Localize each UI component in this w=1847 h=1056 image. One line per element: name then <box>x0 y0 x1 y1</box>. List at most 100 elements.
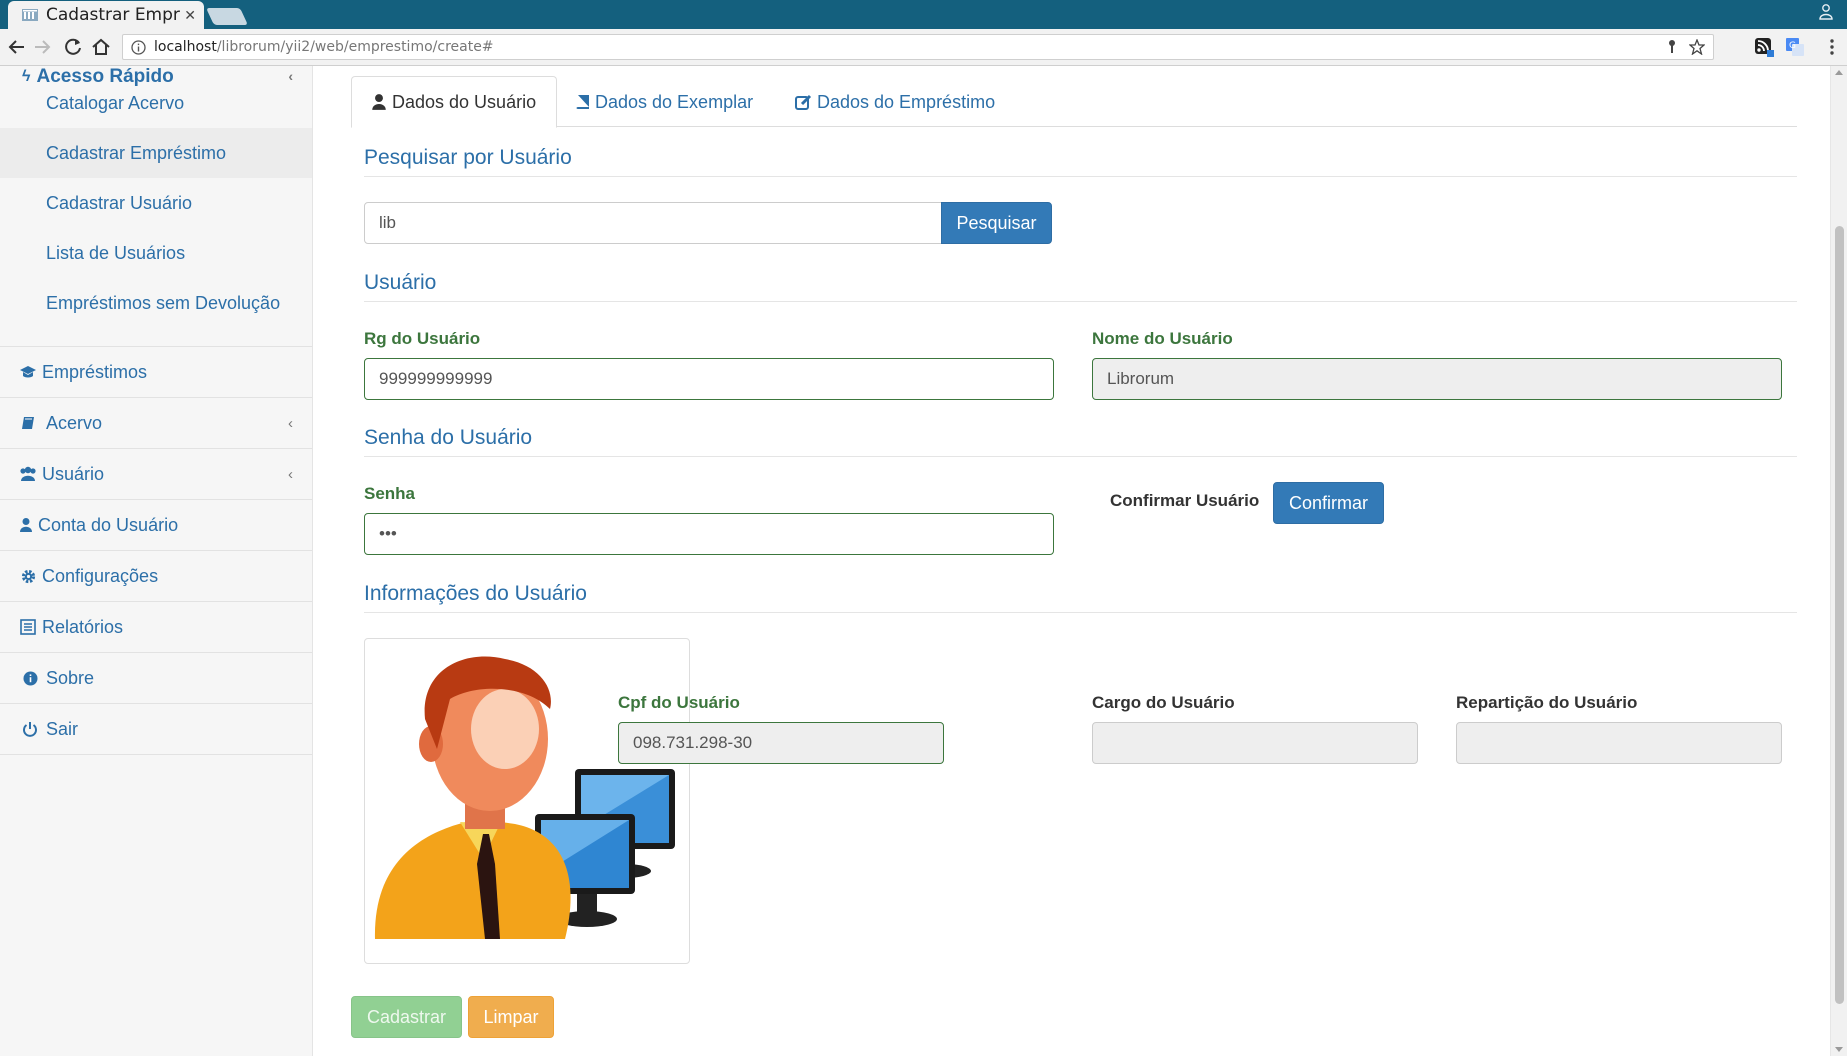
info-icon <box>18 669 42 687</box>
tab-label: Dados do Usuário <box>392 91 537 112</box>
sidebar-item-label: Empréstimos sem Devolução <box>46 292 281 313</box>
sidebar-item-label: Sobre <box>46 667 95 688</box>
cargo-label: Cargo do Usuário <box>1092 693 1235 712</box>
sidebar-item-label: Configurações <box>42 565 159 586</box>
tab-dados-exemplar[interactable]: Dados do Exemplar <box>557 76 771 128</box>
sidebar: ϟ Acesso Rápido ‹ Catalogar Acervo Cadas… <box>0 66 313 1056</box>
sidebar-item-cadastrar-emprestimo[interactable]: Cadastrar Empréstimo <box>0 128 312 178</box>
reload-icon[interactable] <box>62 36 84 58</box>
user-icon <box>18 516 34 534</box>
forward-icon[interactable] <box>31 36 53 58</box>
page-scrollbar[interactable] <box>1830 66 1847 1056</box>
rg-input[interactable]: 999999999999 <box>364 358 1054 400</box>
rg-input-value: 999999999999 <box>379 369 493 388</box>
nome-field: Librorum <box>1092 358 1782 400</box>
browser-tab-title: Cadastrar Empréstimo <box>46 5 180 25</box>
rg-label: Rg do Usuário <box>364 329 481 348</box>
chevron-left-icon: ‹ <box>288 414 293 432</box>
sidebar-item-configuracoes[interactable]: Configurações <box>0 550 312 601</box>
search-input[interactable]: lib <box>364 202 942 244</box>
section-divider <box>364 301 1797 302</box>
section-divider <box>364 176 1797 177</box>
new-tab-button[interactable] <box>206 8 248 25</box>
sidebar-item-label: Cadastrar Empréstimo <box>46 142 227 163</box>
gear-icon <box>18 567 38 585</box>
tab-dados-emprestimo[interactable]: Dados do Empréstimo <box>777 76 1013 128</box>
sidebar-item-emprestimos[interactable]: Empréstimos <box>0 346 312 397</box>
confirm-button[interactable]: Confirmar <box>1273 482 1384 524</box>
cpf-label: Cpf do Usuário <box>618 693 740 712</box>
user-avatar-illustration <box>374 656 675 939</box>
translate-extension-icon[interactable]: G <box>1785 37 1805 57</box>
sidebar-item-label: Conta do Usuário <box>38 514 179 535</box>
nome-field-value: Librorum <box>1107 369 1175 388</box>
sidebar-item-usuario[interactable]: Usuário ‹ <box>0 448 312 499</box>
sidebar-divider <box>0 754 312 755</box>
sidebar-item-sair[interactable]: Sair <box>0 703 312 754</box>
chevron-left-icon: ‹ <box>288 465 293 483</box>
reparticao-label: Repartição do Usuário <box>1456 693 1638 712</box>
menu-kebab-icon[interactable] <box>1822 37 1842 57</box>
sidebar-item-sobre[interactable]: Sobre <box>0 652 312 703</box>
section-title-usuario: Usuário <box>364 271 437 294</box>
tab-close-icon[interactable]: ✕ <box>184 7 196 24</box>
reparticao-field <box>1456 722 1782 764</box>
site-info-icon[interactable] <box>131 39 146 55</box>
cpf-field-value: 098.731.298-30 <box>633 733 753 752</box>
user-icon <box>370 93 388 111</box>
browser-toolbar: localhost/librorum/yii2/web/emprestimo/c… <box>0 29 1847 66</box>
url-host: localhost <box>154 39 217 55</box>
scrollbar-thumb[interactable] <box>1835 226 1844 1004</box>
scroll-down-icon[interactable] <box>1835 1047 1843 1052</box>
rss-extension-icon[interactable] <box>1754 37 1774 57</box>
submit-button[interactable]: Cadastrar <box>351 996 462 1038</box>
section-divider <box>364 612 1797 613</box>
cargo-field <box>1092 722 1418 764</box>
library-favicon-icon <box>22 9 38 21</box>
scroll-up-icon[interactable] <box>1835 70 1843 75</box>
sidebar-item-label: Relatórios <box>42 616 124 637</box>
section-title-senha: Senha do Usuário <box>364 426 533 449</box>
main-content: Dados do Usuário Dados do Exemplar Dados… <box>314 66 1830 1056</box>
bookmark-star-icon[interactable] <box>1689 39 1705 55</box>
url-path: /librorum/yii2/web/emprestimo/create# <box>216 39 494 55</box>
users-icon <box>18 465 38 483</box>
nome-label: Nome do Usuário <box>1092 329 1233 348</box>
sidebar-item-relatorios[interactable]: Relatórios <box>0 601 312 652</box>
url-text: localhost/librorum/yii2/web/emprestimo/c… <box>154 39 494 55</box>
sidebar-item-label: Lista de Usuários <box>46 242 186 263</box>
reset-button[interactable]: Limpar <box>468 996 554 1038</box>
confirmar-label: Confirmar Usuário <box>1110 491 1260 510</box>
sidebar-item-cadastrar-usuario[interactable]: Cadastrar Usuário <box>0 178 312 228</box>
list-icon <box>18 618 38 636</box>
sidebar-item-label: Usuário <box>42 463 105 484</box>
cpf-field: 098.731.298-30 <box>618 722 944 764</box>
tab-label: Dados do Exemplar <box>595 91 754 112</box>
sidebar-item-acervo[interactable]: Acervo ‹ <box>0 397 312 448</box>
form-tabs: Dados do Usuário Dados do Exemplar Dados… <box>351 76 1797 128</box>
book-icon <box>575 93 591 111</box>
tab-label: Dados do Empréstimo <box>817 91 996 112</box>
sidebar-item-label: Acervo <box>46 412 103 433</box>
key-icon[interactable] <box>1665 39 1679 55</box>
search-button[interactable]: Pesquisar <box>941 202 1052 244</box>
graduation-cap-icon <box>18 363 38 381</box>
tab-dados-usuario[interactable]: Dados do Usuário <box>351 76 557 128</box>
search-input-value: lib <box>379 213 397 232</box>
senha-label: Senha <box>364 484 416 503</box>
back-icon[interactable] <box>6 36 28 58</box>
sidebar-item-emprestimos-sem-devolucao[interactable]: Empréstimos sem Devolução <box>0 278 312 328</box>
home-icon[interactable] <box>90 36 112 58</box>
sidebar-item-label: Catalogar Acervo <box>46 92 185 113</box>
sidebar-item-lista-usuarios[interactable]: Lista de Usuários <box>0 228 312 278</box>
profile-icon[interactable] <box>1819 4 1833 20</box>
browser-tab-active[interactable]: Cadastrar Empréstimo ✕ <box>8 1 204 29</box>
sidebar-item-conta-usuario[interactable]: Conta do Usuário <box>0 499 312 550</box>
sidebar-item-catalogar-acervo[interactable]: Catalogar Acervo <box>0 78 312 128</box>
section-title-informacoes: Informações do Usuário <box>364 582 587 605</box>
password-input[interactable]: ••• <box>364 513 1054 555</box>
svg-text:G: G <box>1789 41 1796 51</box>
password-input-value: ••• <box>379 524 397 543</box>
address-bar[interactable]: localhost/librorum/yii2/web/emprestimo/c… <box>122 34 1714 60</box>
section-title-pesquisar: Pesquisar por Usuário <box>364 146 572 169</box>
